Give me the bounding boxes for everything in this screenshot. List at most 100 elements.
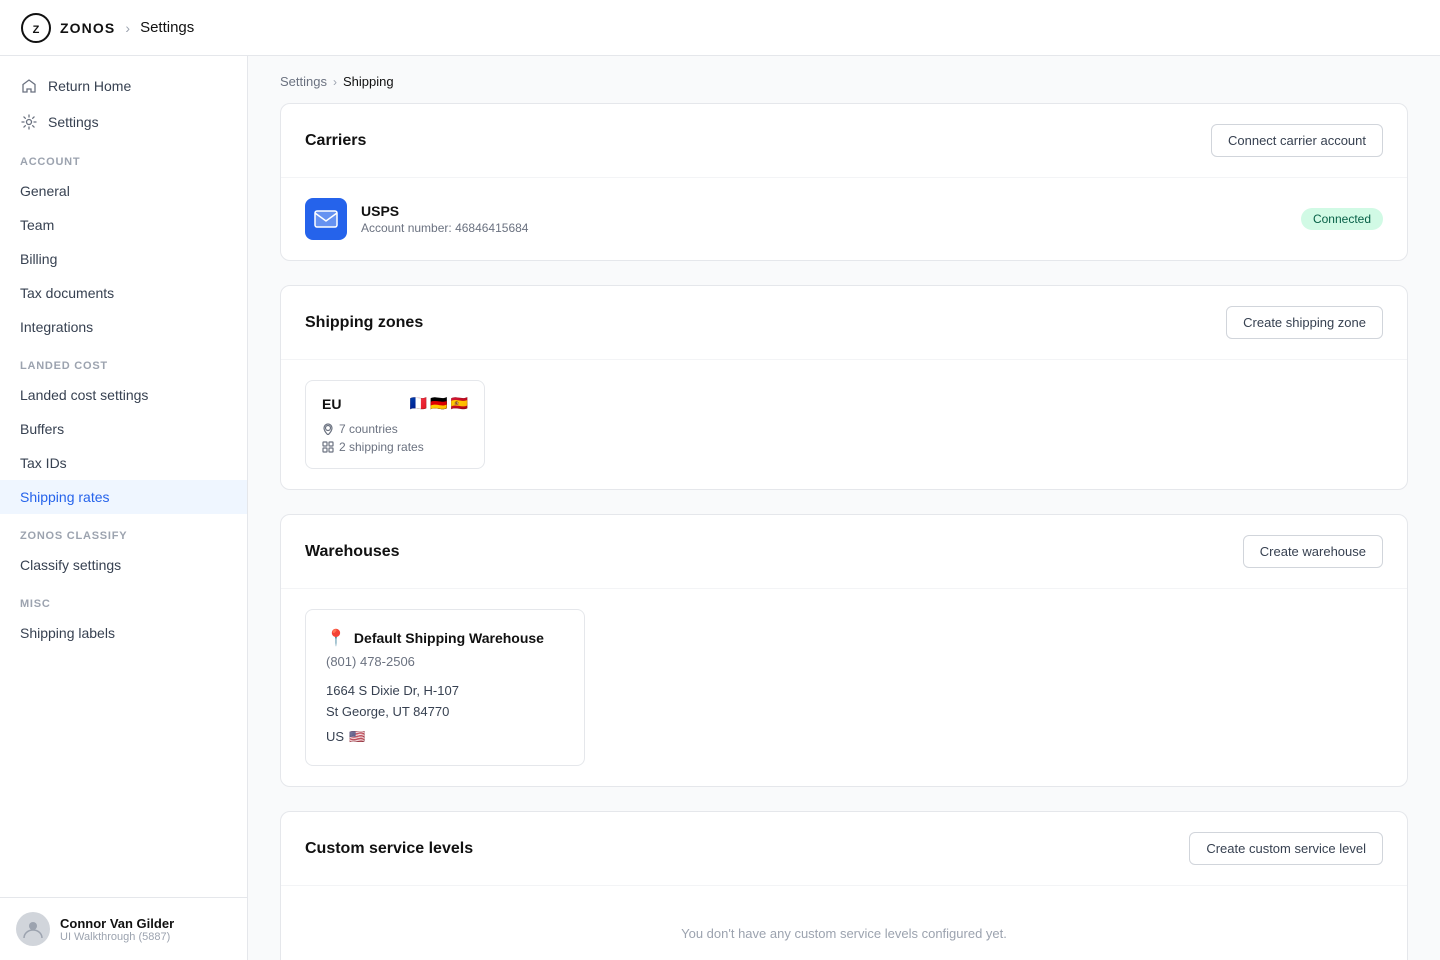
sidebar-item-label: Landed cost settings: [20, 387, 148, 403]
no-content-text: You don't have any custom service levels…: [305, 906, 1383, 951]
shipping-zones-section: Shipping zones Create shipping zone EU 🇫…: [280, 285, 1408, 490]
carriers-section: Carriers Connect carrier account USPS: [280, 103, 1408, 261]
sidebar-item-label: Team: [20, 217, 54, 233]
sidebar-item-shipping-labels[interactable]: Shipping labels: [0, 616, 247, 650]
carrier-account: Account number: 46846415684: [361, 221, 1287, 235]
warehouse-name: Default Shipping Warehouse: [354, 630, 544, 646]
warehouses-title: Warehouses: [305, 543, 400, 561]
warehouse-phone: (801) 478-2506: [326, 654, 564, 669]
layout: Return Home Settings ACCOUNT General Tea…: [0, 56, 1440, 960]
avatar: [16, 912, 50, 946]
sidebar-item-label: Billing: [20, 251, 57, 267]
zone-countries: 7 countries: [322, 422, 468, 436]
gear-icon: [20, 113, 38, 131]
sidebar-item-team[interactable]: Team: [0, 208, 247, 242]
warehouses-section: Warehouses Create warehouse 📍 Default Sh…: [280, 514, 1408, 787]
warehouse-country-flag: 🇺🇸: [349, 727, 365, 748]
connect-carrier-button[interactable]: Connect carrier account: [1211, 124, 1383, 157]
sidebar-item-integrations[interactable]: Integrations: [0, 310, 247, 344]
sidebar-item-shipping-rates[interactable]: Shipping rates: [0, 480, 247, 514]
warehouse-country-text: US: [326, 727, 344, 748]
create-shipping-zone-button[interactable]: Create shipping zone: [1226, 306, 1383, 339]
shipping-zones-header: Shipping zones Create shipping zone: [281, 286, 1407, 360]
carrier-icon: [305, 198, 347, 240]
zone-card-header: EU 🇫🇷 🇩🇪 🇪🇸: [322, 395, 468, 412]
warehouse-country: US 🇺🇸: [326, 727, 564, 748]
custom-service-levels-title: Custom service levels: [305, 840, 473, 858]
flag-de: 🇩🇪: [430, 395, 447, 412]
grid-icon: [322, 441, 334, 453]
sidebar-item-label: Shipping rates: [20, 489, 110, 505]
sidebar-section-account: ACCOUNT: [0, 140, 247, 174]
sidebar-section-landed-cost: LANDED COST: [0, 344, 247, 378]
warehouse-city-state-zip: St George, UT 84770: [326, 702, 564, 723]
warehouses-header: Warehouses Create warehouse: [281, 515, 1407, 589]
breadcrumb-settings-link[interactable]: Settings: [280, 74, 327, 89]
sidebar-item-general[interactable]: General: [0, 174, 247, 208]
sidebar-item-label: Buffers: [20, 421, 64, 437]
sidebar-nav: Return Home Settings ACCOUNT General Tea…: [0, 56, 247, 897]
warehouses-body: 📍 Default Shipping Warehouse (801) 478-2…: [281, 589, 1407, 786]
connected-badge: Connected: [1301, 208, 1383, 230]
user-subtitle: UI Walkthrough (5887): [60, 931, 174, 943]
zone-rates: 2 shipping rates: [322, 440, 468, 454]
logo[interactable]: Z ZONOS: [20, 12, 115, 44]
sidebar-item-landed-cost-settings[interactable]: Landed cost settings: [0, 378, 247, 412]
sidebar-section-classify: ZONOS CLASSIFY: [0, 514, 247, 548]
carriers-title: Carriers: [305, 132, 366, 150]
sidebar-item-settings[interactable]: Settings: [0, 104, 247, 140]
user-info: Connor Van Gilder UI Walkthrough (5887): [60, 916, 174, 943]
carriers-header: Carriers Connect carrier account: [281, 104, 1407, 178]
carriers-body: USPS Account number: 46846415684 Connect…: [281, 178, 1407, 260]
zonos-logo-icon: Z: [20, 12, 52, 44]
sidebar-item-label: Shipping labels: [20, 625, 115, 641]
sidebar-item-classify-settings[interactable]: Classify settings: [0, 548, 247, 582]
create-warehouse-button[interactable]: Create warehouse: [1243, 535, 1383, 568]
logo-text: ZONOS: [60, 20, 115, 36]
warehouse-name-row: 📍 Default Shipping Warehouse: [326, 628, 564, 648]
zone-rates-text: 2 shipping rates: [339, 440, 424, 454]
pin-icon: 📍: [326, 628, 346, 648]
breadcrumb: Settings › Shipping: [248, 56, 1440, 103]
sidebar-item-label: Settings: [48, 114, 99, 130]
flag-fr: 🇫🇷: [410, 395, 427, 412]
sidebar-item-label: Tax documents: [20, 285, 114, 301]
user-name: Connor Van Gilder: [60, 916, 174, 931]
carrier-row: USPS Account number: 46846415684 Connect…: [305, 198, 1383, 240]
topbar: Z ZONOS › Settings: [0, 0, 1440, 56]
sidebar-item-buffers[interactable]: Buffers: [0, 412, 247, 446]
flag-es: 🇪🇸: [451, 395, 468, 412]
zone-countries-text: 7 countries: [339, 422, 398, 436]
sidebar-item-label: General: [20, 183, 70, 199]
warehouse-address: 1664 S Dixie Dr, H-107 St George, UT 847…: [326, 681, 564, 747]
shipping-zones-body: EU 🇫🇷 🇩🇪 🇪🇸 7 countries 2 shippi: [281, 360, 1407, 489]
sidebar-item-tax-documents[interactable]: Tax documents: [0, 276, 247, 310]
carrier-name: USPS: [361, 203, 1287, 219]
zone-card-eu[interactable]: EU 🇫🇷 🇩🇪 🇪🇸 7 countries 2 shippi: [305, 380, 485, 469]
shipping-zones-title: Shipping zones: [305, 314, 423, 332]
topbar-title: Settings: [140, 19, 194, 36]
breadcrumb-current: Shipping: [343, 74, 394, 89]
sidebar-section-misc: MISC: [0, 582, 247, 616]
carrier-info: USPS Account number: 46846415684: [361, 203, 1287, 235]
warehouse-card[interactable]: 📍 Default Shipping Warehouse (801) 478-2…: [305, 609, 585, 766]
location-icon: [322, 423, 334, 435]
sidebar-item-tax-ids[interactable]: Tax IDs: [0, 446, 247, 480]
warehouse-address-line1: 1664 S Dixie Dr, H-107: [326, 681, 564, 702]
sidebar-item-return-home[interactable]: Return Home: [0, 68, 247, 104]
zone-flags: 🇫🇷 🇩🇪 🇪🇸: [410, 395, 468, 412]
create-custom-service-level-button[interactable]: Create custom service level: [1189, 832, 1383, 865]
sidebar-item-billing[interactable]: Billing: [0, 242, 247, 276]
sidebar-item-label: Return Home: [48, 78, 131, 94]
topbar-chevron-icon: ›: [125, 20, 130, 36]
main-content: Settings › Shipping Carriers Connect car…: [248, 56, 1440, 960]
home-icon: [20, 77, 38, 95]
zone-name: EU: [322, 396, 341, 412]
custom-service-levels-section: Custom service levels Create custom serv…: [280, 811, 1408, 960]
sidebar-footer: Connor Van Gilder UI Walkthrough (5887): [0, 897, 247, 960]
breadcrumb-chevron-icon: ›: [333, 75, 337, 89]
sidebar-item-label: Tax IDs: [20, 455, 67, 471]
svg-text:Z: Z: [33, 24, 40, 36]
sidebar: Return Home Settings ACCOUNT General Tea…: [0, 56, 248, 960]
sidebar-item-label: Classify settings: [20, 557, 121, 573]
